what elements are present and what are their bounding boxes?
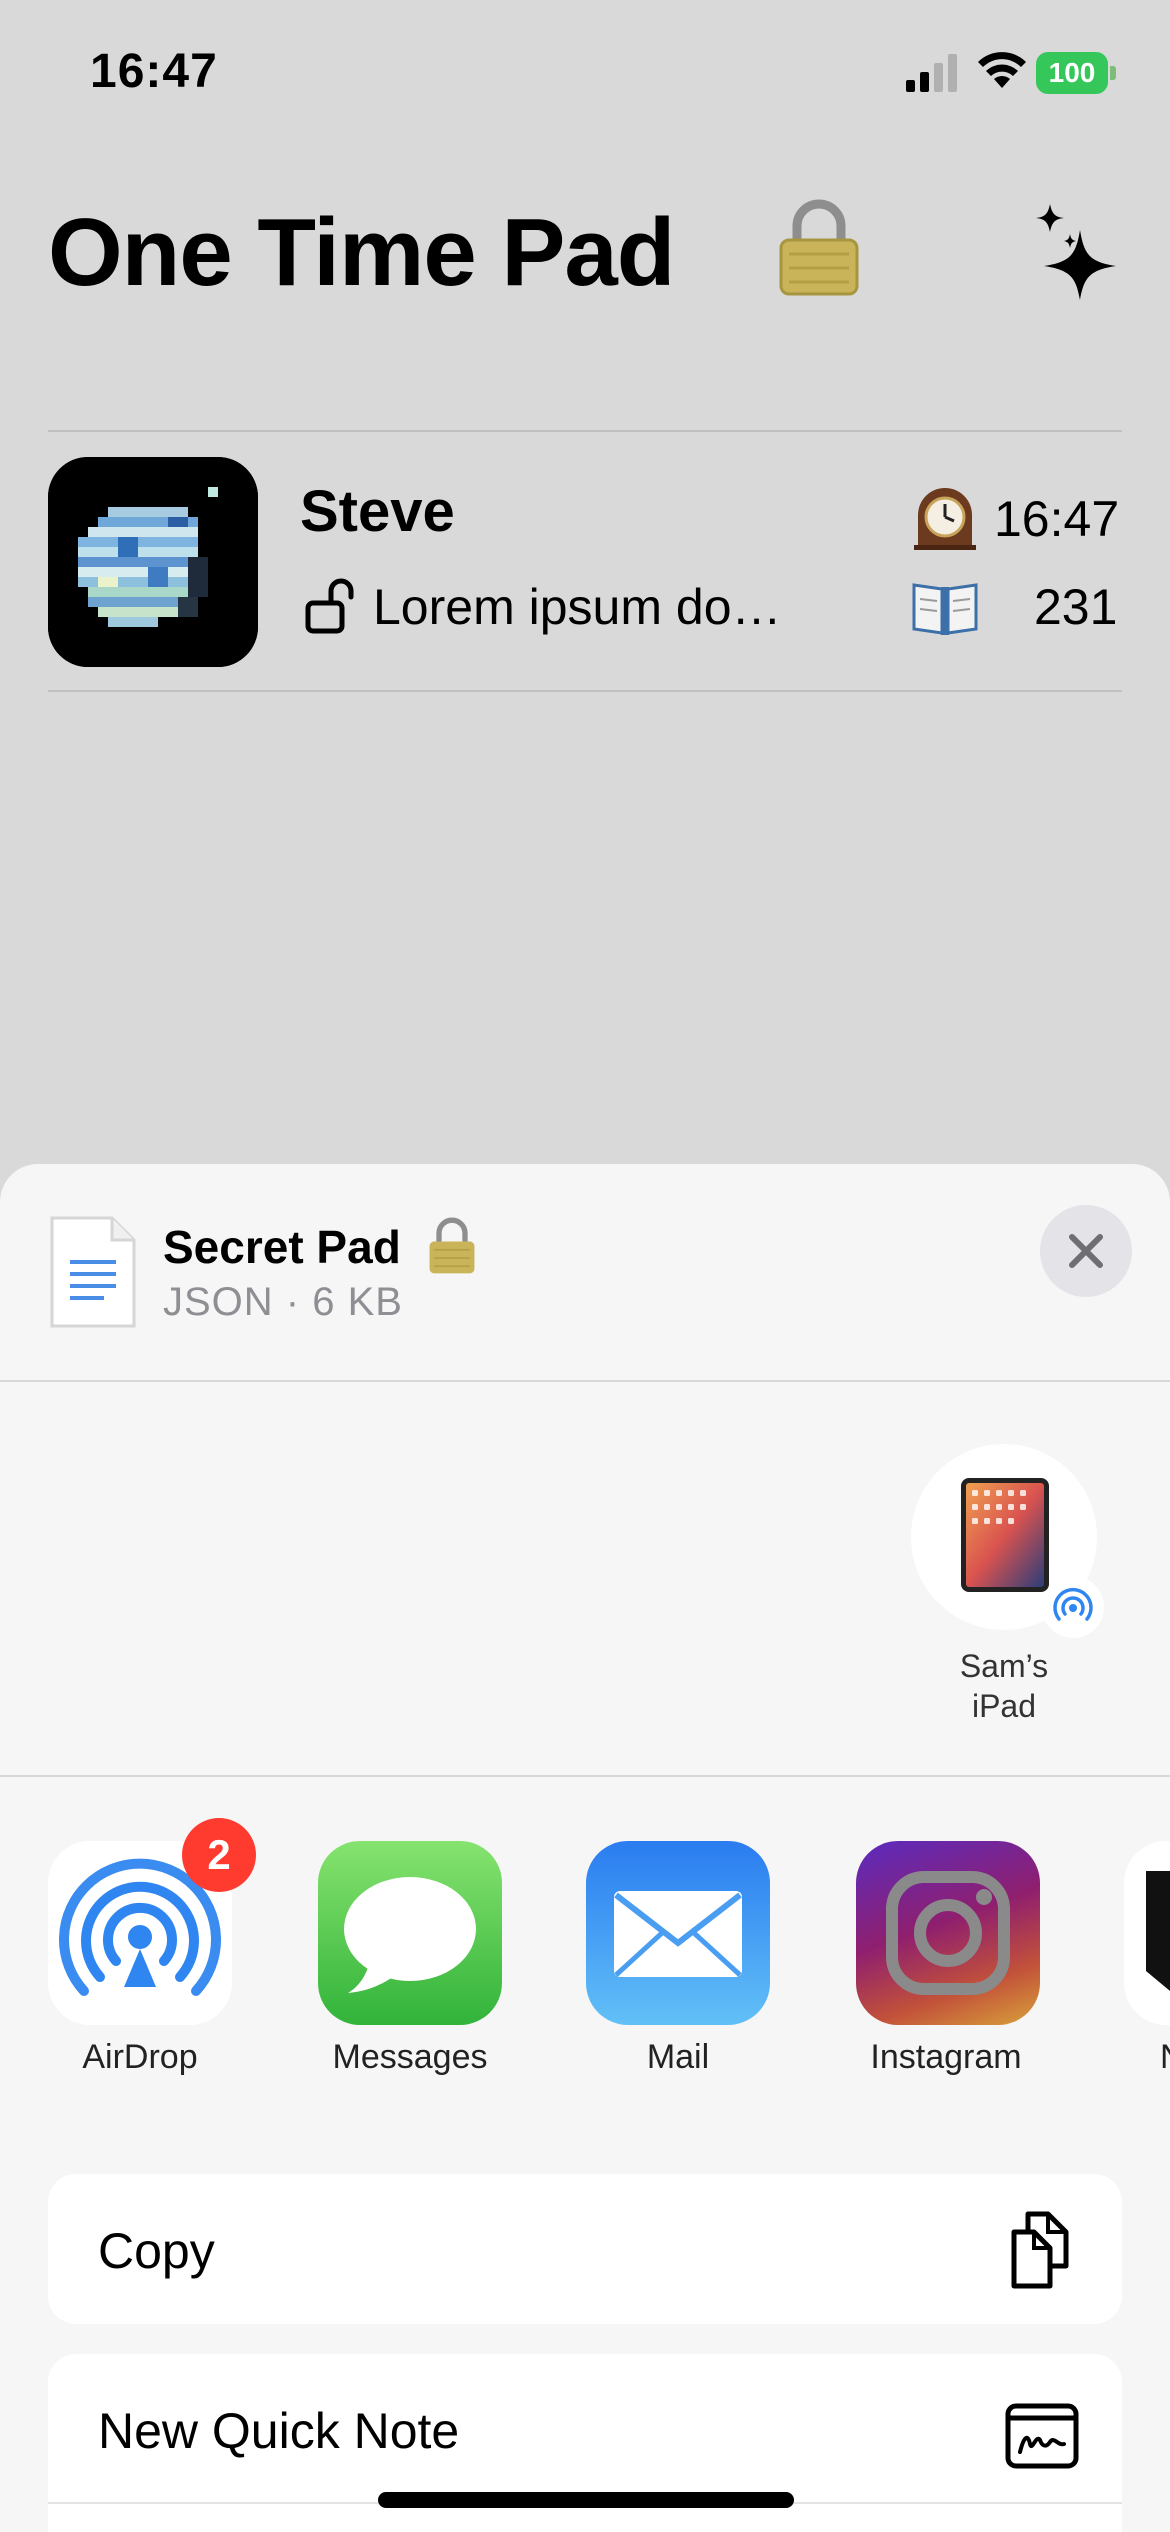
app-instagram[interactable] [856,1841,1040,2025]
close-icon [1069,1234,1103,1268]
copy-icon [1011,2211,1069,2289]
file-name: Secret Pad [163,1221,401,1273]
status-time: 16:47 [90,45,218,98]
speech-bubble-icon [344,1877,476,1993]
wifi-icon [978,52,1026,88]
divider [48,690,1122,692]
divider [0,1380,1170,1382]
contact-name: Steve [300,479,455,544]
page-title: One Time Pad [48,199,675,306]
document-icon [50,1216,136,1328]
app-mail[interactable] [586,1841,770,2025]
envelope-icon [614,1891,742,1977]
app-label: Mail [646,2038,710,2076]
copy-action[interactable]: Copy [48,2174,1122,2324]
sparkles-icon[interactable] [1030,200,1120,300]
last-message-time: 16:47 [994,491,1120,547]
airdrop-icon [1053,1588,1093,1621]
open-book-icon [912,583,978,635]
app-label: Messages [332,2038,488,2076]
divider [0,1775,1170,1777]
lock-emoji-icon [779,199,859,296]
close-button[interactable] [1040,1205,1132,1297]
airdrop-badge [1042,1576,1104,1638]
airdrop-count-badge: 2 [182,1818,256,1892]
message-preview: Lorem ipsum do… [373,579,782,635]
cellular-signal-icon [906,54,957,92]
copy-label: Copy [98,2223,215,2279]
home-indicator [378,2492,794,2508]
pad-count: 231 [1034,579,1118,635]
airdrop-device-label: Sam’s iPad [900,1646,1108,1726]
app-messages[interactable] [318,1841,502,2025]
unlock-icon [305,578,354,634]
file-meta: JSON · 6 KB [163,1280,403,1324]
new-quick-note-label: New Quick Note [98,2403,460,2459]
app-partial[interactable] [1124,1841,1170,2025]
avatar [48,457,258,667]
device-label-line1: Sam’s [959,1648,1049,1684]
device-label-line2: iPad [971,1688,1037,1724]
ipad-icon [961,1478,1049,1592]
camera-icon [886,1871,1010,1995]
battery-level: 100 [1036,52,1108,94]
app-label: N [1160,2038,1170,2077]
app-glyph-icon [1146,1871,1170,1991]
battery-indicator: 100 [1036,52,1116,94]
app-label: AirDrop [82,2038,198,2076]
quick-note-icon [1005,2403,1079,2469]
app-label: Instagram [870,2038,1022,2076]
lock-emoji-icon [429,1217,475,1274]
mantelpiece-clock-icon [914,488,976,550]
